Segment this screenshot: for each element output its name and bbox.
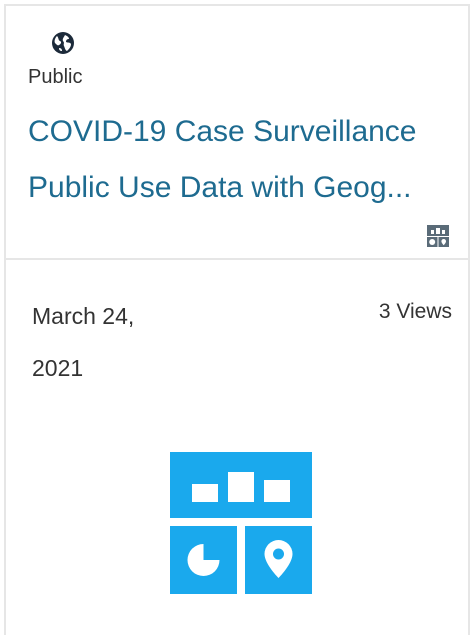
visibility-label: Public — [28, 66, 83, 88]
card-meta: March 24, 2021 3 Views — [6, 260, 468, 400]
dashboard-thumbnail-icon[interactable] — [170, 452, 312, 594]
card-left-border — [4, 392, 6, 631]
updated-date: March 24, 2021 — [32, 303, 135, 381]
globe-icon — [52, 32, 74, 54]
view-count: 3 Views — [378, 300, 452, 323]
dataset-title-link[interactable]: COVID-19 Case Surveillance Public Use Da… — [28, 104, 438, 216]
dashboard-icon — [427, 225, 449, 247]
title-line-1: COVID-19 Case Surveillance — [28, 115, 417, 148]
card-header: Public COVID-19 Case Surveillance Public… — [6, 6, 468, 260]
title-line-2: Public Use Data with Geog... — [28, 171, 412, 204]
